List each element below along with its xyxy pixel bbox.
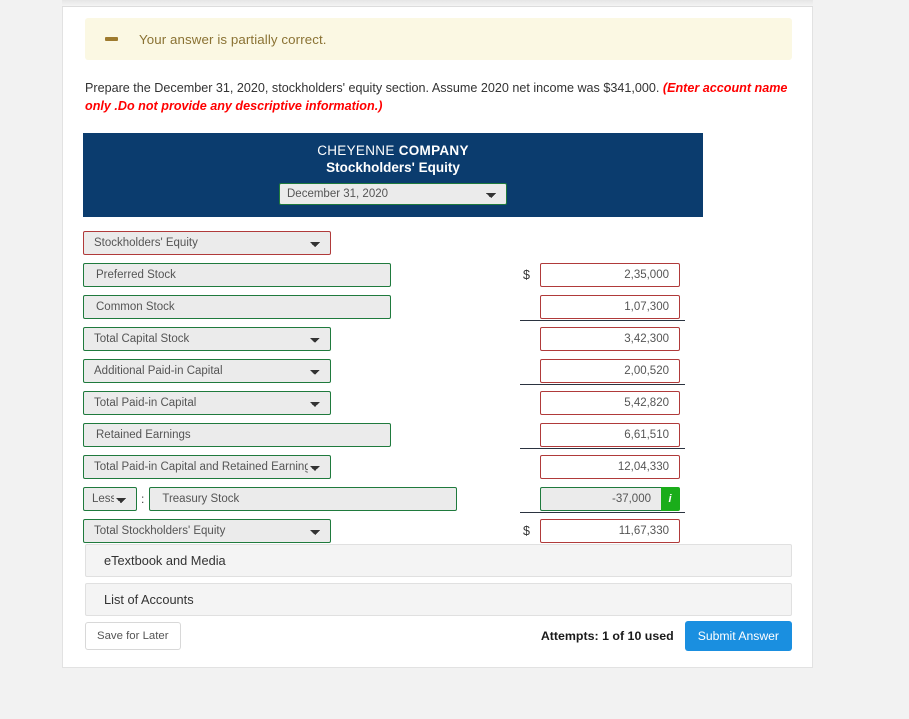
etextbook-and-media-label: eTextbook and Media — [104, 553, 226, 568]
statement-date-select[interactable]: December 31, 2020 — [279, 183, 507, 205]
attempts-counter: Attempts: 1 of 10 used — [540, 629, 674, 643]
window-chrome-bar — [62, 0, 813, 7]
table-row: Less : i — [83, 483, 703, 515]
company-name-suffix: COMPANY — [398, 143, 469, 158]
save-for-later-button[interactable]: Save for Later — [85, 622, 181, 650]
row-amount-cell: $ — [523, 515, 680, 547]
account-input-treasury-stock[interactable] — [149, 487, 458, 511]
subtotal-rule — [520, 384, 685, 385]
operator-select-less[interactable]: Less — [83, 487, 137, 511]
account-input-preferred-stock[interactable] — [83, 263, 391, 287]
status-banner-message: Your answer is partially correct. — [139, 31, 327, 47]
row-amount-cell — [523, 291, 680, 323]
row-label-cell: Less : — [83, 487, 458, 511]
amount-input-retained-earnings[interactable] — [540, 423, 680, 447]
row-amount-cell: i — [523, 483, 680, 515]
info-icon[interactable]: i — [661, 487, 680, 511]
row-amount-cell — [523, 451, 680, 483]
table-row: Total Paid-in Capital — [83, 387, 703, 419]
row-label-cell: Total Capital Stock — [83, 327, 331, 351]
account-input-common-stock[interactable] — [83, 295, 391, 319]
row-label-cell — [83, 423, 391, 447]
amount-input-total-stockholders-equity[interactable] — [540, 519, 680, 543]
amount-input-total-capital-stock[interactable] — [540, 327, 680, 351]
company-name: CHEYENNE COMPANY — [83, 142, 703, 159]
row-amount-cell — [523, 323, 680, 355]
amount-input-preferred-stock[interactable] — [540, 263, 680, 287]
row-label-cell: Stockholders' Equity — [83, 231, 331, 255]
footer-right-group: Attempts: 1 of 10 used Submit Answer — [541, 621, 792, 651]
etextbook-and-media-bar[interactable]: eTextbook and Media — [85, 544, 792, 577]
row-amount-cell: $ — [523, 259, 680, 291]
account-select-total-paid-in-and-retained[interactable]: Total Paid-in Capital and Retained Earni… — [83, 455, 331, 479]
amount-input-common-stock[interactable] — [540, 295, 680, 319]
statement-header: CHEYENNE COMPANY Stockholders' Equity De… — [83, 133, 703, 217]
amount-input-total-paid-in-capital[interactable] — [540, 391, 680, 415]
row-label-cell — [83, 295, 391, 319]
instruction-main: Prepare the December 31, 2020, stockhold… — [85, 81, 660, 95]
subtotal-rule — [520, 320, 685, 321]
row-amount-cell — [523, 355, 680, 387]
statement-rows: Stockholders' Equity $ — [83, 217, 703, 547]
operator-separator: : — [141, 492, 145, 506]
company-name-prefix: CHEYENNE — [317, 143, 395, 158]
status-banner: Your answer is partially correct. — [85, 18, 792, 60]
table-row: Total Paid-in Capital and Retained Earni… — [83, 451, 703, 483]
list-of-accounts-bar[interactable]: List of Accounts — [85, 583, 792, 616]
row-label-cell: Additional Paid-in Capital — [83, 359, 331, 383]
account-select-total-capital-stock[interactable]: Total Capital Stock — [83, 327, 331, 351]
table-row: Total Stockholders' Equity $ — [83, 515, 703, 547]
amount-input-treasury-stock[interactable] — [540, 487, 661, 511]
row-amount-cell — [523, 419, 680, 451]
currency-symbol: $ — [523, 524, 530, 538]
row-label-cell — [83, 263, 391, 287]
account-select-section-header[interactable]: Stockholders' Equity — [83, 231, 331, 255]
table-row: Total Capital Stock — [83, 323, 703, 355]
account-select-additional-paid-in-capital[interactable]: Additional Paid-in Capital — [83, 359, 331, 383]
row-label-cell: Total Stockholders' Equity — [83, 519, 331, 543]
account-select-total-stockholders-equity[interactable]: Total Stockholders' Equity — [83, 519, 331, 543]
account-select-total-paid-in-capital[interactable]: Total Paid-in Capital — [83, 391, 331, 415]
currency-symbol: $ — [523, 268, 530, 282]
table-row: Stockholders' Equity — [83, 227, 703, 259]
table-row: Additional Paid-in Capital — [83, 355, 703, 387]
stockholders-equity-statement: CHEYENNE COMPANY Stockholders' Equity De… — [83, 133, 703, 547]
submit-answer-button[interactable]: Submit Answer — [684, 621, 792, 651]
table-row: $ — [83, 259, 703, 291]
amount-input-total-paid-in-and-retained[interactable] — [540, 455, 680, 479]
list-of-accounts-label: List of Accounts — [104, 592, 194, 607]
amount-input-additional-paid-in-capital[interactable] — [540, 359, 680, 383]
table-row — [83, 419, 703, 451]
row-label-cell: Total Paid-in Capital and Retained Earni… — [83, 455, 331, 479]
minus-icon — [103, 31, 119, 47]
footer-actions: Save for Later Attempts: 1 of 10 used Su… — [85, 619, 792, 653]
assignment-card: Your answer is partially correct. Prepar… — [62, 7, 813, 668]
table-row — [83, 291, 703, 323]
statement-subtitle: Stockholders' Equity — [326, 160, 460, 175]
subtotal-rule — [520, 512, 685, 513]
row-label-cell: Total Paid-in Capital — [83, 391, 331, 415]
subtotal-rule — [520, 448, 685, 449]
account-input-retained-earnings[interactable] — [83, 423, 391, 447]
row-amount-cell — [523, 387, 680, 419]
instruction-text: Prepare the December 31, 2020, stockhold… — [85, 80, 795, 115]
